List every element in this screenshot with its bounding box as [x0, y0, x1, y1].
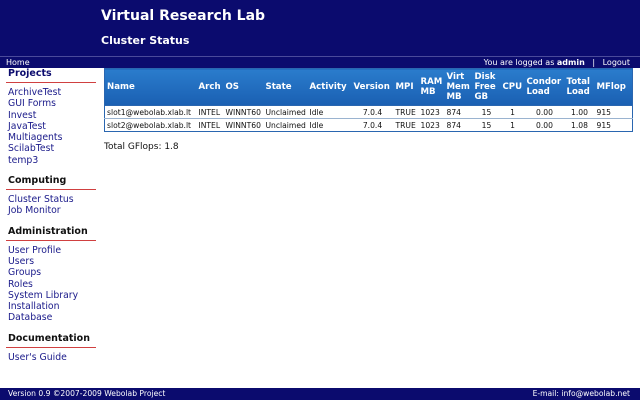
projects-section: Projects ArchiveTest GUI Forms Invest Ja… — [0, 68, 100, 166]
column-header: MPI — [393, 68, 419, 106]
column-header: Condor Load — [524, 68, 565, 106]
sidebar-item-scilabtest[interactable]: ScilabTest — [0, 143, 100, 154]
sidebar-item-users[interactable]: Users — [0, 256, 100, 267]
table-cell: 0.00 — [524, 118, 565, 132]
sidebar-item-user-profile[interactable]: User Profile — [0, 245, 100, 256]
table-cell: TRUE — [393, 105, 419, 119]
sidebar-item-multiagents[interactable]: Multiagents — [0, 132, 100, 143]
table-row: slot2@webolab.xlab.lt INTEL WINNT60 Uncl… — [104, 118, 633, 132]
table-cell: TRUE — [393, 118, 419, 132]
computing-heading: Computing — [8, 175, 67, 187]
table-cell: 1023 — [418, 118, 445, 132]
section-divider — [6, 189, 96, 191]
column-header: Disk Free GB — [472, 68, 501, 106]
sidebar-item-invest[interactable]: Invest — [0, 110, 100, 121]
column-header: Name — [104, 68, 197, 106]
cluster-status-table: Name Arch OS State Activity Version MPI … — [104, 68, 633, 132]
table-cell: 1.00 — [564, 105, 595, 119]
table-cell: Unclaimed — [263, 118, 308, 132]
table-cell: Idle — [307, 105, 352, 119]
column-header: OS — [223, 68, 264, 106]
table-cell: Idle — [307, 118, 352, 132]
table-cell: 1 — [500, 105, 525, 119]
table-cell: INTEL — [196, 118, 224, 132]
footer-bar: Version 0.9 ©2007-2009 Webolab Project E… — [0, 388, 640, 400]
footer-version: Version 0.9 ©2007-2009 Webolab Project — [8, 389, 166, 398]
sidebar-item-javatest[interactable]: JavaTest — [0, 121, 100, 132]
computing-section: Computing Cluster Status Job Monitor — [0, 175, 100, 217]
sidebar-item-database[interactable]: Database — [0, 312, 100, 323]
sidebar: Projects ArchiveTest GUI Forms Invest Ja… — [0, 68, 100, 372]
administration-section: Administration User Profile Users Groups… — [0, 226, 100, 324]
footer-email[interactable]: E-mail: info@webolab.net — [533, 388, 630, 400]
section-divider — [6, 239, 96, 241]
column-header: Total Load — [564, 68, 595, 106]
table-cell: 1 — [500, 118, 525, 132]
separator: | — [592, 58, 596, 67]
documentation-section: Documentation User's Guide — [0, 333, 100, 363]
table-cell: 15 — [472, 105, 501, 119]
table-header-row: Name Arch OS State Activity Version MPI … — [104, 68, 633, 106]
sidebar-item-system-library[interactable]: System Library — [0, 290, 100, 301]
column-header: RAM MB — [418, 68, 445, 106]
column-header: CPU — [500, 68, 525, 106]
table-cell: 1.08 — [564, 118, 595, 132]
table-cell: 874 — [444, 105, 473, 119]
main-content: Name Arch OS State Activity Version MPI … — [104, 68, 634, 152]
sidebar-item-gui-forms[interactable]: GUI Forms — [0, 98, 100, 109]
column-header: Version — [351, 68, 394, 106]
section-divider — [6, 346, 96, 348]
sidebar-item-cluster-status[interactable]: Cluster Status — [0, 194, 100, 205]
sidebar-item-users-guide[interactable]: User's Guide — [0, 352, 100, 363]
table-cell: Unclaimed — [263, 105, 308, 119]
table-row: slot1@webolab.xlab.lt INTEL WINNT60 Uncl… — [104, 105, 633, 119]
sidebar-item-roles[interactable]: Roles — [0, 279, 100, 290]
administration-heading: Administration — [8, 225, 88, 237]
column-header: Arch — [196, 68, 224, 106]
site-title: Virtual Research Lab — [101, 8, 266, 24]
documentation-heading: Documentation — [8, 332, 90, 344]
total-gflops: Total GFlops: 1.8 — [104, 142, 179, 152]
table-cell: 1023 — [418, 105, 445, 119]
table-cell: slot2@webolab.xlab.lt — [104, 118, 197, 132]
table-cell: WINNT60 — [223, 118, 264, 132]
table-cell: 7.0.4 — [351, 105, 394, 119]
login-info: You are logged as admin | Logout — [484, 57, 630, 68]
section-divider — [6, 82, 96, 83]
column-header: Virt Mem MB — [444, 68, 473, 106]
page-title: Cluster Status — [101, 34, 190, 47]
projects-heading: Projects — [8, 68, 52, 79]
top-nav-bar: Home You are logged as admin | Logout — [0, 56, 640, 68]
home-link[interactable]: Home — [6, 57, 30, 68]
table-cell: 7.0.4 — [351, 118, 394, 132]
table-cell: 874 — [444, 118, 473, 132]
table-cell: 915 — [594, 118, 633, 132]
table-cell: INTEL — [196, 105, 224, 119]
logout-link[interactable]: Logout — [603, 58, 630, 67]
logged-as-text: You are logged as — [483, 58, 555, 67]
column-header: Activity — [307, 68, 352, 106]
column-header: MFlop — [594, 68, 633, 106]
table-cell: WINNT60 — [223, 105, 264, 119]
sidebar-item-job-monitor[interactable]: Job Monitor — [0, 205, 100, 216]
header-bar: Virtual Research Lab Cluster Status — [0, 0, 640, 56]
table-cell: 0.00 — [524, 105, 565, 119]
column-header: State — [263, 68, 308, 106]
sidebar-item-groups[interactable]: Groups — [0, 267, 100, 278]
table-cell: 15 — [472, 118, 501, 132]
sidebar-item-temp3[interactable]: temp3 — [0, 155, 100, 166]
table-cell: 915 — [594, 105, 633, 119]
sidebar-item-archivetest[interactable]: ArchiveTest — [0, 87, 100, 98]
table-cell: slot1@webolab.xlab.lt — [104, 105, 197, 119]
sidebar-item-installation[interactable]: Installation — [0, 301, 100, 312]
username: admin — [556, 58, 585, 67]
